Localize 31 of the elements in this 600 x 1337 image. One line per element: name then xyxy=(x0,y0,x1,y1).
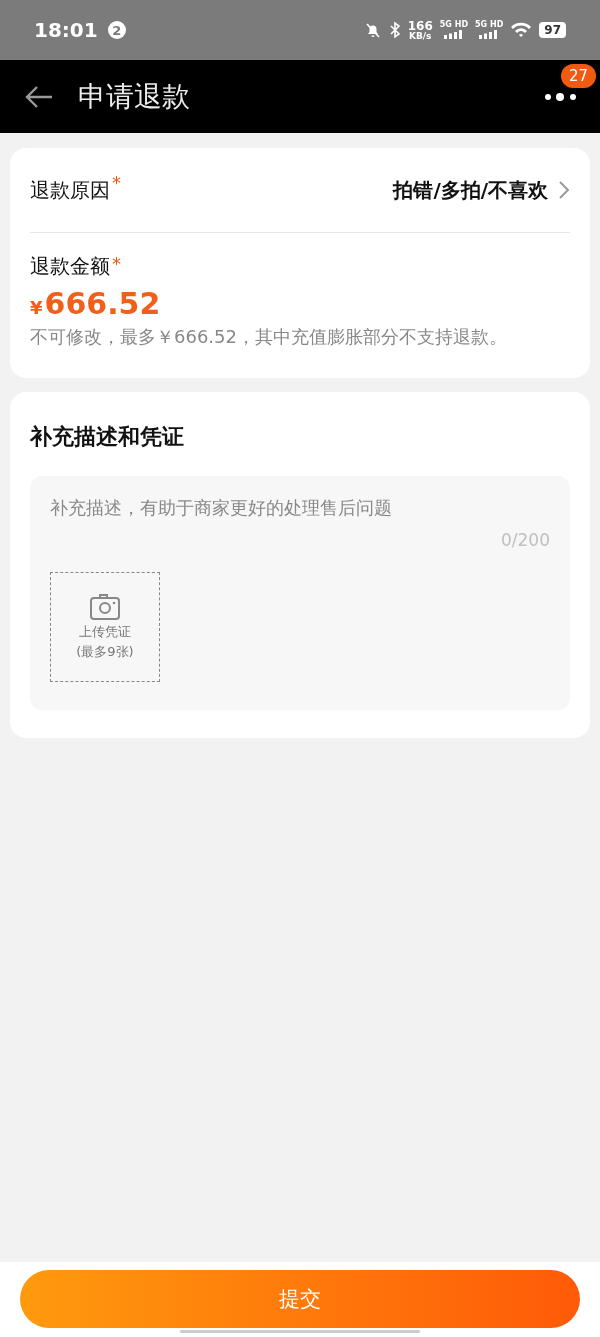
refund-note: 不可修改，最多￥666.52，其中充值膨胀部分不支持退款。 xyxy=(30,325,508,349)
muted-bell-icon xyxy=(363,21,382,39)
message-count-badge: 27 xyxy=(560,64,596,88)
page-title: 申请退款 xyxy=(78,78,190,115)
clock: 18:01 xyxy=(34,18,98,42)
submit-button[interactable]: 提交 xyxy=(20,1270,580,1328)
network-speed: 166 xyxy=(407,19,433,32)
refund-reason-label: 退款原因 xyxy=(30,176,110,204)
battery-level: 97 xyxy=(539,22,566,38)
network-type: 5G HD xyxy=(439,21,469,29)
upload-limit: (最多9张) xyxy=(76,643,134,661)
camera-icon xyxy=(89,593,121,621)
section-title: 补充描述和凭证 xyxy=(30,423,185,451)
signal-icon xyxy=(442,30,465,39)
refund-reason-row[interactable]: 退款原因* 拍错/多拍/不喜欢 xyxy=(30,148,570,233)
notification-count: 2 xyxy=(107,21,126,39)
bluetooth-icon xyxy=(388,21,401,39)
wifi-icon xyxy=(510,22,533,38)
back-icon[interactable] xyxy=(24,84,54,109)
chevron-right-icon xyxy=(558,180,570,200)
more-icon[interactable] xyxy=(544,91,578,102)
network-type: 5G HD xyxy=(475,21,504,29)
refund-amount: 666.52 xyxy=(44,286,161,321)
required-mark: * xyxy=(112,253,121,274)
upload-label: 上传凭证 xyxy=(79,623,131,641)
network-speed-unit: KB/s xyxy=(409,31,432,41)
required-mark: * xyxy=(112,172,121,193)
refund-amount-label: 退款金额 xyxy=(30,253,110,280)
currency-symbol: ¥ xyxy=(30,297,43,318)
upload-button[interactable]: 上传凭证 (最多9张) xyxy=(50,572,160,682)
refund-reason-value: 拍错/多拍/不喜欢 xyxy=(393,176,548,204)
